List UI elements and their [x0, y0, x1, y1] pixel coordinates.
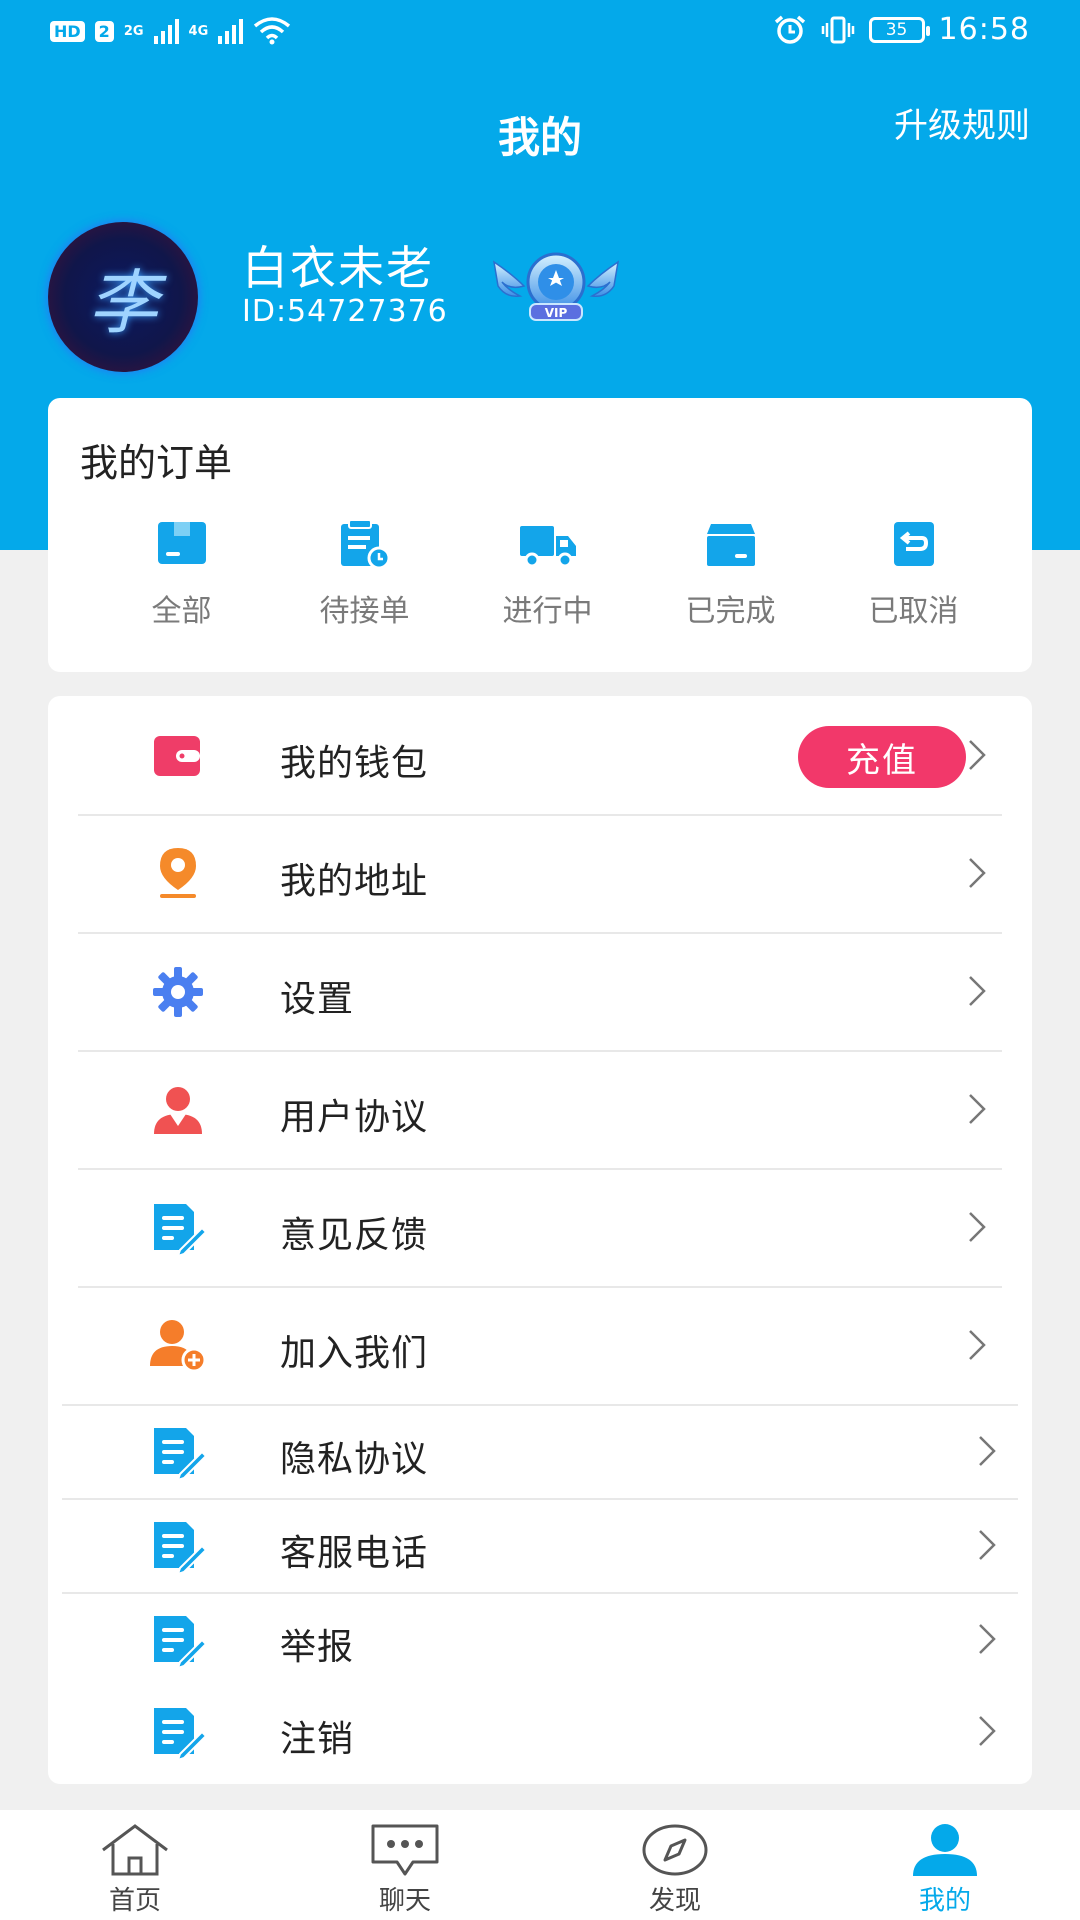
- order-tab-pending[interactable]: 待接单: [273, 518, 456, 630]
- cancel-order-icon: [893, 522, 934, 566]
- tab-label: 聊天: [378, 1886, 431, 1916]
- tab-label: 首页: [108, 1886, 161, 1916]
- menu-item-label: 意见反馈: [280, 1215, 429, 1256]
- status-bar: HD 2 2G 4G 35 16:58: [0, 0, 1080, 64]
- username: 白衣未老: [242, 241, 434, 295]
- menu-item-deregister[interactable]: 注销: [78, 1686, 1002, 1778]
- tab-discover[interactable]: 发现: [595, 1810, 755, 1917]
- network-4g-label: 4G: [188, 23, 209, 39]
- chevron-right-icon: [979, 1624, 996, 1654]
- all-orders-icon: [157, 522, 206, 564]
- signal-icon: [218, 18, 244, 44]
- recharge-button[interactable]: 充值: [798, 726, 966, 788]
- order-tab-label: 已完成: [685, 594, 776, 629]
- menu-item-label: 用户协议: [280, 1097, 429, 1138]
- order-tab-in-progress[interactable]: 进行中: [456, 518, 639, 630]
- menu-item-label: 客服电话: [280, 1533, 429, 1574]
- menu-item-privacy[interactable]: 隐私协议: [78, 1406, 1002, 1498]
- orders-title: 我的订单: [80, 441, 233, 485]
- compass-icon: [642, 1824, 708, 1876]
- chat-icon: [371, 1824, 439, 1876]
- vibrate-icon: [821, 16, 854, 43]
- chevron-right-icon: [969, 1330, 986, 1360]
- privacy-doc-icon: [154, 1428, 206, 1480]
- menu-item-label: 加入我们: [280, 1333, 429, 1374]
- upgrade-rules-link[interactable]: 升级规则: [894, 98, 1030, 147]
- order-tab-all[interactable]: 全部: [90, 518, 273, 630]
- order-tab-label: 已取消: [868, 594, 959, 629]
- chevron-right-icon: [969, 858, 986, 888]
- avatar-glyph: 李: [88, 261, 158, 344]
- logout-doc-icon: [154, 1708, 206, 1760]
- feedback-doc-icon: [154, 1204, 206, 1256]
- tab-chat[interactable]: 聊天: [325, 1810, 485, 1917]
- chevron-right-icon: [969, 976, 986, 1006]
- menu-item-label: 我的地址: [280, 861, 429, 902]
- chevron-right-icon: [969, 1212, 986, 1242]
- menu-item-report[interactable]: 举报: [78, 1594, 1002, 1686]
- chevron-right-icon: [979, 1530, 996, 1560]
- gear-icon: [153, 967, 203, 1017]
- menu-item-join-us[interactable]: 加入我们: [78, 1288, 1002, 1404]
- menu-item-label: 我的钱包: [280, 743, 429, 784]
- order-tab-completed[interactable]: 已完成: [639, 518, 822, 630]
- menu-item-address[interactable]: 我的地址: [78, 816, 1002, 932]
- menu-item-feedback[interactable]: 意见反馈: [78, 1170, 1002, 1286]
- user-icon: [154, 1087, 202, 1134]
- order-tab-label: 全部: [151, 594, 212, 629]
- avatar[interactable]: 李: [48, 222, 198, 372]
- wallet-icon: [154, 736, 200, 776]
- alarm-icon: [774, 15, 805, 44]
- tab-label: 我的: [918, 1886, 971, 1916]
- order-tab-label: 进行中: [502, 594, 593, 629]
- tab-mine[interactable]: 我的: [865, 1810, 1025, 1917]
- bottom-tab-bar: 首页 聊天 发现 我的: [0, 1810, 1080, 1920]
- tab-home[interactable]: 首页: [55, 1810, 215, 1917]
- chevron-right-icon: [969, 1094, 986, 1124]
- menu-item-user-agreement[interactable]: 用户协议: [78, 1052, 1002, 1168]
- sim-badge: 2: [94, 20, 114, 42]
- profile-icon: [913, 1824, 977, 1876]
- menu-item-customer-service[interactable]: 客服电话: [78, 1500, 1002, 1592]
- clock: 16:58: [938, 12, 1030, 47]
- hd-badge: HD: [50, 20, 85, 42]
- battery-icon: 35: [868, 16, 930, 43]
- menu-item-label: 注销: [280, 1719, 355, 1760]
- service-doc-icon: [154, 1522, 206, 1574]
- user-id: ID:54727376: [242, 294, 448, 329]
- wifi-icon: [254, 17, 291, 45]
- menu-item-label: 举报: [280, 1627, 355, 1668]
- signal-icon: [153, 18, 179, 44]
- chevron-right-icon: [979, 1436, 996, 1466]
- tab-label: 发现: [648, 1886, 701, 1916]
- order-tab-label: 待接单: [319, 594, 410, 629]
- pending-orders-icon: [340, 519, 390, 570]
- vip-badge-text: VIP: [545, 306, 568, 320]
- vip-badge-icon: VIP: [492, 252, 620, 321]
- chevron-right-icon: [979, 1716, 996, 1746]
- menu-item-wallet[interactable]: 我的钱包 充值: [78, 696, 1002, 814]
- network-2g-label: 2G: [123, 23, 144, 39]
- order-tab-cancelled[interactable]: 已取消: [822, 518, 1005, 630]
- orders-card: 我的订单 全部 待接单 进行中 已完成 已取消: [48, 398, 1032, 672]
- menu-item-label: 设置: [280, 979, 355, 1020]
- truck-icon: [519, 526, 576, 568]
- location-pin-icon: [160, 848, 196, 898]
- box-done-icon: [706, 524, 755, 566]
- menu-item-label: 隐私协议: [280, 1439, 429, 1480]
- order-tabs: 全部 待接单 进行中 已完成 已取消: [48, 518, 1032, 630]
- battery-level: 35: [885, 19, 908, 40]
- report-doc-icon: [154, 1616, 206, 1668]
- menu-item-settings[interactable]: 设置: [78, 934, 1002, 1050]
- home-icon: [102, 1824, 168, 1876]
- add-user-icon: [150, 1320, 206, 1372]
- chevron-right-icon: [969, 740, 986, 770]
- menu-card: 我的钱包 充值 我的地址 设置 用户协议 意见反馈 加入我们 隐私协议 客服电话…: [48, 696, 1032, 1784]
